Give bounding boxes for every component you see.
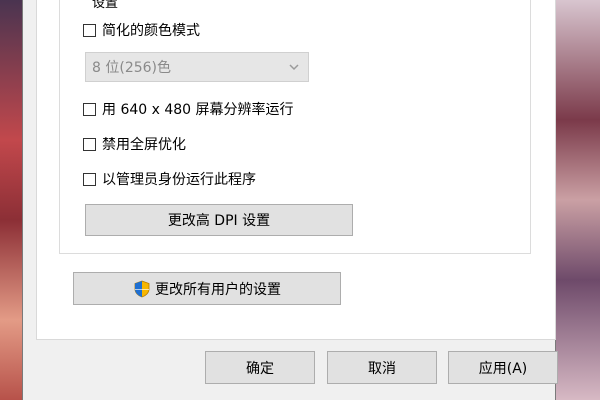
checkbox-label: 用 640 x 480 屏幕分辨率运行: [102, 102, 294, 118]
uac-shield-icon: [134, 280, 150, 297]
checkbox-box[interactable]: [83, 102, 96, 116]
checkbox-640x480[interactable]: 用 640 x 480 屏幕分辨率运行: [83, 100, 294, 118]
checkbox-box[interactable]: [83, 137, 96, 151]
checkbox-label: 禁用全屏优化: [102, 137, 186, 153]
chevron-down-icon: [289, 64, 299, 71]
compatibility-dialog: 设置 简化的颜色模式 8 位(256)色 用 640 x 480 屏幕分辨率运行…: [22, 0, 558, 400]
checkbox-label: 简化的颜色模式: [102, 23, 200, 39]
cancel-button-label: 取消: [368, 360, 396, 377]
change-all-users-label: 更改所有用户的设置: [155, 281, 281, 298]
color-mode-select[interactable]: 8 位(256)色: [85, 52, 309, 82]
checkbox-box[interactable]: [83, 23, 96, 37]
change-dpi-settings-label: 更改高 DPI 设置: [167, 213, 271, 229]
change-dpi-settings-button[interactable]: 更改高 DPI 设置: [85, 204, 353, 236]
compatibility-panel: 设置 简化的颜色模式 8 位(256)色 用 640 x 480 屏幕分辨率运行…: [36, 0, 556, 340]
apply-button[interactable]: 应用(A): [448, 351, 558, 384]
change-all-users-button[interactable]: 更改所有用户的设置: [73, 272, 341, 305]
ok-button[interactable]: 确定: [205, 351, 315, 384]
checkbox-box[interactable]: [83, 172, 96, 186]
wallpaper-right: [556, 0, 600, 400]
apply-button-label: 应用(A): [478, 360, 528, 377]
color-mode-value: 8 位(256)色: [92, 60, 172, 76]
settings-group-title: 设置: [90, 0, 121, 11]
cancel-button[interactable]: 取消: [327, 351, 437, 384]
wallpaper-left: [0, 0, 22, 400]
ok-button-label: 确定: [246, 360, 274, 377]
checkbox-reduced-color-mode[interactable]: 简化的颜色模式: [83, 21, 200, 39]
checkbox-label: 以管理员身份运行此程序: [102, 172, 256, 188]
checkbox-run-as-admin[interactable]: 以管理员身份运行此程序: [83, 170, 256, 188]
checkbox-disable-fullscreen-optimizations[interactable]: 禁用全屏优化: [83, 135, 186, 153]
